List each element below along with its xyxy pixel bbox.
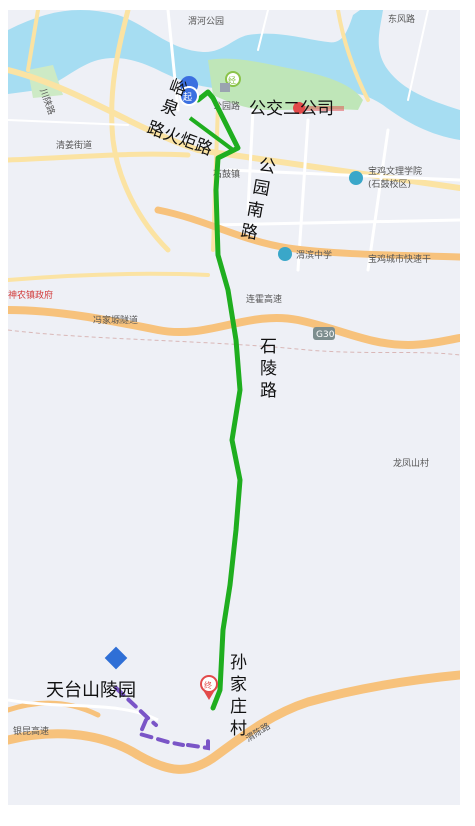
label-school: 宝鸡文理学院	[368, 165, 422, 177]
map-canvas[interactable]: 渭河公园 东风路 川陕路 清姜街道 公园路 石鼓镇 宝鸡文理学院 (石鼓校区) …	[8, 10, 460, 805]
poi-diamond-icon[interactable]	[104, 646, 128, 670]
annotation-quan: 泉	[158, 96, 181, 121]
end-marker[interactable]: 终	[200, 675, 218, 700]
label-longfeng: 龙凤山村	[393, 457, 429, 469]
label-gov: 神农镇政府	[8, 289, 53, 301]
annotation-zhuang: 庄	[230, 697, 247, 717]
label-dongfeng-road: 东风路	[388, 13, 415, 25]
label-qingjiang-street: 清姜街道	[56, 139, 92, 151]
annotation-shi: 石	[260, 337, 277, 357]
annotation-lu: 路	[239, 221, 259, 244]
annotation-yuan: 园	[251, 177, 271, 200]
label-lianhuo: 连霍高速	[246, 293, 282, 305]
annotation-cun: 村	[230, 719, 247, 739]
bus-route	[195, 89, 243, 711]
school-icon	[349, 171, 363, 185]
annotation-sun: 孙	[230, 653, 247, 673]
annotation-nan: 南	[245, 199, 265, 222]
bus-stop-icon	[220, 83, 230, 92]
annotation-shiling-lu: 路	[260, 381, 277, 401]
weibin-school-icon	[278, 247, 292, 261]
annotation-bus-company: 公交二公司	[249, 99, 334, 119]
label-expressway: 宝鸡城市快速干	[368, 253, 431, 265]
end-marker-label: 终	[204, 680, 212, 690]
annotation-gong: 公	[257, 155, 277, 178]
label-yinkun: 银昆高速	[13, 725, 49, 737]
label-weibin-school: 渭滨中学	[296, 249, 332, 261]
label-g30: G30	[316, 330, 335, 340]
annotation-ling: 陵	[260, 359, 277, 379]
label-fengjiashan: 冯家塬隧道	[93, 314, 138, 326]
label-weihe-park: 渭河公园	[188, 15, 224, 27]
annotation-jia: 家	[230, 675, 247, 695]
label-school-campus: (石鼓校区)	[368, 178, 411, 190]
annotation-tiantai: 天台山陵园	[46, 680, 136, 701]
